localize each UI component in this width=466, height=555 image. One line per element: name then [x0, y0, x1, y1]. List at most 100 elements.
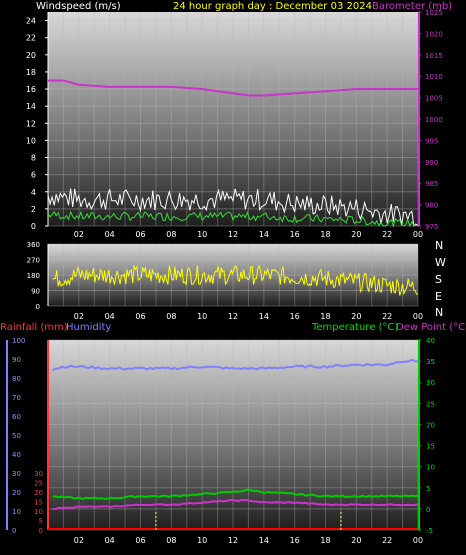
- direction-tick-label: 90: [31, 288, 40, 296]
- compass-label-w: W: [435, 256, 446, 269]
- x-tick-label: 10: [197, 230, 207, 239]
- x-tick-label: 00: [413, 536, 423, 545]
- barometer-tick-label: 1025: [425, 9, 443, 17]
- x-tick-label: 10: [197, 312, 207, 321]
- temperature-tick-label: 25: [426, 400, 435, 408]
- x-tick-label: 08: [166, 536, 176, 545]
- compass-label-n-top: N: [435, 239, 443, 252]
- barometer-tick-label: 1020: [425, 30, 443, 38]
- compass-label-n-bottom: N: [435, 306, 443, 319]
- windspeed-tick-label: 12: [26, 119, 36, 128]
- x-tick-label: 22: [382, 230, 392, 239]
- windspeed-tick-label: 0: [31, 222, 36, 231]
- temperature-tick-label: 15: [426, 443, 435, 451]
- x-tick-label: 02: [74, 536, 84, 545]
- humidity-tick-label: 20: [12, 489, 21, 497]
- x-tick-label: 02: [74, 312, 84, 321]
- x-tick-label: 20: [351, 536, 361, 545]
- rainfall-tick-label: 25: [34, 480, 43, 488]
- temperature-tick-label: 35: [426, 358, 435, 366]
- x-tick-label: 10: [197, 536, 207, 545]
- barometer-tick-label: 995: [425, 137, 438, 145]
- x-tick-label: 18: [320, 230, 330, 239]
- rainfall-tick-label: 30: [34, 470, 43, 478]
- x-tick-label: 08: [166, 230, 176, 239]
- x-tick-label: 12: [228, 312, 238, 321]
- rainfall-tick-label: 0: [39, 527, 43, 535]
- humidity-tick-label: 10: [12, 508, 21, 516]
- x-tick-label: 02: [74, 230, 84, 239]
- graph-title: 24 hour graph day : December 03 2024: [173, 1, 372, 12]
- humidity-tick-label: 0: [12, 527, 16, 535]
- x-tick-label: 16: [290, 230, 300, 239]
- windspeed-tick-label: 8: [31, 154, 36, 163]
- x-tick-label: 20: [351, 230, 361, 239]
- rainfall-tick-label: 20: [34, 489, 43, 497]
- direction-tick-label: 0: [36, 303, 40, 311]
- x-tick-label: 12: [228, 230, 238, 239]
- x-tick-label: 14: [259, 312, 269, 321]
- humidity-tick-label: 80: [12, 375, 21, 383]
- x-tick-label: 04: [105, 536, 115, 545]
- temperature-tick-label: 5: [426, 485, 430, 493]
- x-tick-label: 06: [135, 536, 145, 545]
- direction-tick-label: 360: [27, 241, 40, 249]
- windspeed-tick-label: 18: [26, 68, 36, 77]
- rainfall-tick-label: 5: [39, 518, 43, 526]
- x-tick-label: 16: [290, 536, 300, 545]
- x-tick-label: 14: [259, 536, 269, 545]
- windspeed-tick-label: 16: [26, 85, 36, 94]
- windspeed-tick-label: 24: [26, 17, 36, 26]
- barometer-tick-label: 990: [425, 159, 438, 167]
- barometer-tick-label: 1015: [425, 52, 443, 60]
- windspeed-tick-label: 22: [26, 34, 36, 43]
- barometer-tick-label: 1000: [425, 116, 443, 124]
- x-tick-label: 00: [413, 230, 423, 239]
- windspeed-tick-label: 20: [26, 51, 36, 60]
- humidity-tick-label: 100: [12, 337, 25, 345]
- direction-tick-label: 270: [27, 257, 40, 265]
- x-tick-label: 04: [105, 312, 115, 321]
- x-tick-label: 16: [290, 312, 300, 321]
- x-tick-label: 18: [320, 536, 330, 545]
- barometer-tick-label: 980: [425, 202, 438, 210]
- x-tick-label: 04: [105, 230, 115, 239]
- x-tick-label: 20: [351, 312, 361, 321]
- rainfall-tick-label: 10: [34, 508, 43, 516]
- windspeed-tick-label: 2: [31, 205, 36, 214]
- humidity-axis-title: Humidity: [66, 322, 111, 333]
- humidity-tick-label: 90: [12, 356, 21, 364]
- temperature-tick-label: 30: [426, 379, 435, 387]
- temperature-tick-label: 10: [426, 464, 435, 472]
- humidity-tick-label: 40: [12, 451, 21, 459]
- compass-label-s: S: [435, 273, 442, 286]
- barometer-tick-label: 985: [425, 180, 438, 188]
- temperature-tick-label: 20: [426, 421, 435, 429]
- temperature-axis-title: Temperature (°C): [311, 322, 398, 333]
- humidity-tick-label: 50: [12, 432, 21, 440]
- x-tick-label: 06: [135, 230, 145, 239]
- rainfall-axis-title: Rainfall (mm): [0, 322, 68, 333]
- rainfall-tick-label: 15: [34, 499, 43, 507]
- compass-label-e: E: [435, 290, 442, 303]
- windspeed-tick-label: 4: [31, 188, 36, 197]
- windspeed-tick-label: 14: [26, 102, 36, 111]
- temperature-tick-label: 40: [426, 337, 435, 345]
- x-tick-label: 14: [259, 230, 269, 239]
- windspeed-tick-label: 10: [26, 136, 36, 145]
- barometer-tick-label: 1010: [425, 73, 443, 81]
- temperature-tick-label: -5: [426, 527, 433, 535]
- temperature-tick-label: 0: [426, 506, 430, 514]
- weather-graph: Windspeed (m/s) 24 hour graph day : Dece…: [0, 1, 466, 545]
- humidity-tick-label: 30: [12, 470, 21, 478]
- x-tick-label: 12: [228, 536, 238, 545]
- x-tick-label: 06: [135, 312, 145, 321]
- dewpoint-axis-title: Dew Point (°C): [396, 322, 466, 333]
- barometer-tick-label: 975: [425, 223, 438, 231]
- direction-tick-label: 180: [27, 272, 40, 280]
- barometer-tick-label: 1005: [425, 95, 443, 103]
- x-tick-label: 22: [382, 536, 392, 545]
- windspeed-axis-title: Windspeed (m/s): [36, 1, 121, 12]
- x-tick-label: 08: [166, 312, 176, 321]
- humidity-tick-label: 60: [12, 413, 21, 421]
